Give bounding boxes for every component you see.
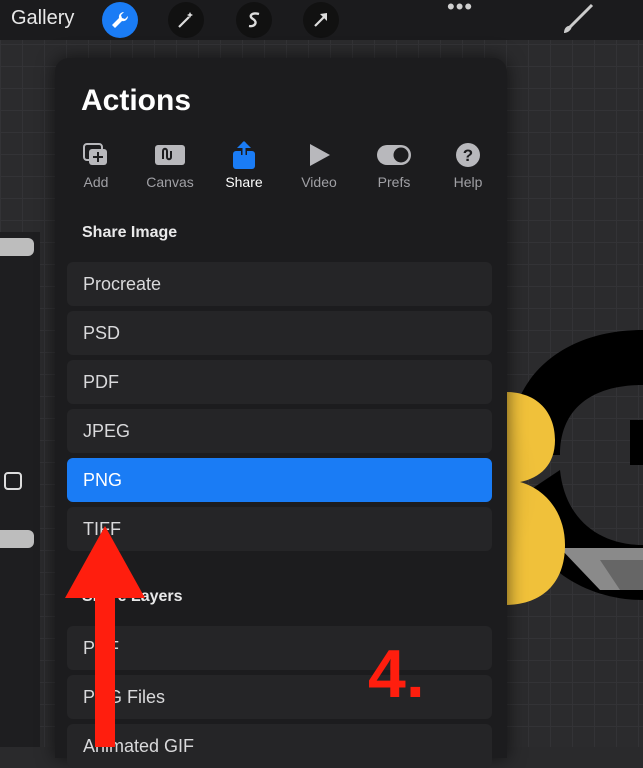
- tab-label: Prefs: [377, 174, 411, 190]
- opacity-slider[interactable]: [0, 530, 34, 548]
- share-psd[interactable]: PSD: [67, 311, 492, 355]
- panel-title: Actions: [81, 84, 192, 117]
- step-number-label: 4.: [368, 636, 425, 712]
- tab-label: Add: [83, 174, 109, 190]
- modify-button[interactable]: [4, 472, 22, 490]
- gallery-button[interactable]: Gallery: [11, 7, 74, 30]
- tab-add[interactable]: Add: [59, 140, 133, 190]
- actions-panel: Actions Add Canvas Share Video Prefs ? H…: [55, 58, 507, 768]
- selection-s-icon[interactable]: [236, 2, 272, 38]
- video-play-icon: [282, 140, 356, 170]
- canvas-icon: [133, 140, 207, 170]
- wrench-icon[interactable]: [102, 2, 138, 38]
- tab-video[interactable]: Video: [282, 140, 356, 190]
- transform-arrow-icon[interactable]: [303, 2, 339, 38]
- tab-share[interactable]: Share: [207, 140, 281, 190]
- share-png[interactable]: PNG: [67, 458, 492, 502]
- add-icon: [59, 140, 133, 170]
- tab-label: Video: [301, 174, 337, 190]
- share-layers-heading: Share Layers: [82, 588, 183, 605]
- help-icon: ?: [431, 140, 505, 170]
- svg-text:?: ?: [463, 146, 473, 165]
- top-toolbar: Gallery •••: [0, 0, 643, 40]
- share-image-heading: Share Image: [82, 224, 178, 241]
- prefs-toggle-icon: [357, 140, 431, 170]
- tab-label: Canvas: [146, 174, 194, 190]
- share-tiff[interactable]: TIFF: [67, 507, 492, 551]
- share-icon: [207, 140, 281, 170]
- tab-help[interactable]: ? Help: [431, 140, 505, 190]
- brush-icon[interactable]: [560, 3, 596, 40]
- magic-wand-icon[interactable]: [168, 2, 204, 38]
- tab-canvas[interactable]: Canvas: [133, 140, 207, 190]
- share-pdf[interactable]: PDF: [67, 360, 492, 404]
- tab-label: Share: [225, 174, 263, 190]
- more-menu-icon[interactable]: •••: [447, 0, 473, 20]
- share-procreate[interactable]: Procreate: [67, 262, 492, 306]
- share-layers-png-files[interactable]: PNG Files: [67, 675, 492, 719]
- share-layers-animated-gif[interactable]: Animated GIF: [67, 724, 492, 768]
- share-jpeg[interactable]: JPEG: [67, 409, 492, 453]
- share-layers-pdf[interactable]: PDF: [67, 626, 492, 670]
- tab-label: Help: [453, 174, 483, 190]
- left-sidebar: [0, 232, 40, 747]
- brush-size-slider[interactable]: [0, 238, 34, 256]
- tab-prefs[interactable]: Prefs: [357, 140, 431, 190]
- actions-tabs: Add Canvas Share Video Prefs ? Help: [65, 140, 495, 190]
